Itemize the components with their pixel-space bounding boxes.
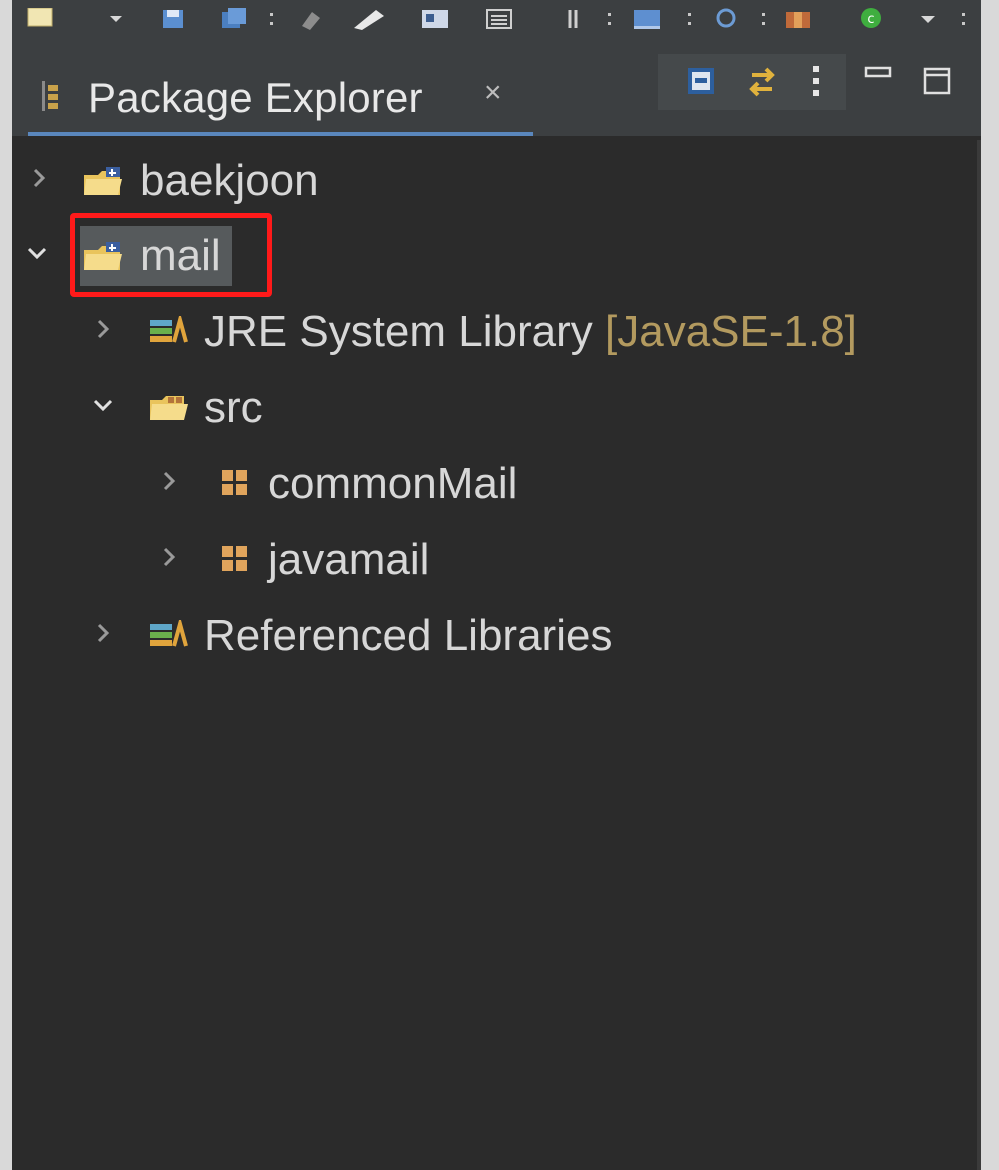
package-icon (222, 470, 247, 495)
view-menu-icon[interactable] (806, 64, 826, 100)
package-tree: baekjoon mail JRE System Library [JavaSE… (12, 136, 977, 1170)
view-toolbar (658, 54, 846, 110)
open-type-icon[interactable] (420, 8, 450, 30)
tree-item[interactable]: mail (12, 213, 977, 297)
view-header: Package Explorer × (12, 48, 981, 136)
tree-item-label: src (204, 383, 263, 432)
search-icon[interactable] (714, 8, 744, 30)
library-icon (150, 620, 188, 647)
terminal-icon[interactable] (632, 8, 662, 30)
new-file-icon[interactable] (26, 8, 56, 30)
source-folder-icon (150, 396, 188, 420)
toolbar-separator (762, 10, 765, 30)
toolbar-separator (608, 10, 611, 30)
chevron-right-icon[interactable] (158, 470, 180, 492)
library-icon (150, 316, 188, 343)
scrollbar-track[interactable] (977, 140, 981, 1170)
save-icon[interactable] (160, 8, 186, 30)
save-all-icon[interactable] (220, 8, 250, 30)
outline-icon[interactable] (484, 8, 514, 30)
main-toolbar: c (12, 0, 981, 49)
run-green-icon[interactable]: c (858, 8, 884, 30)
window-edge-right (981, 0, 999, 1170)
tree-item-label: javamail (268, 535, 430, 584)
toolbar-separator (270, 10, 273, 30)
tree-item-decoration: [JavaSE-1.8] (605, 307, 857, 356)
minimize-icon[interactable] (864, 66, 892, 80)
link-with-editor-icon[interactable] (744, 64, 780, 100)
tree-item[interactable]: commonMail (12, 454, 977, 514)
tree-item[interactable]: javamail (12, 530, 977, 590)
svg-text:c: c (867, 12, 874, 27)
package-explorer-icon (42, 81, 58, 111)
package-icon (222, 546, 247, 571)
chevron-right-icon[interactable] (92, 318, 114, 340)
edit-icon[interactable] (352, 8, 386, 30)
tree-item-label: commonMail (268, 459, 518, 508)
dropdown-arrow-icon[interactable] (108, 8, 124, 30)
chevron-right-icon[interactable] (28, 167, 50, 189)
tree-item[interactable]: JRE System Library [JavaSE-1.8] (12, 302, 977, 362)
tree-item-label-group: JRE System Library [JavaSE-1.8] (204, 302, 857, 362)
tree-item[interactable]: Referenced Libraries (12, 606, 977, 666)
chevron-right-icon[interactable] (92, 622, 114, 644)
tab-package-explorer[interactable]: Package Explorer × (28, 48, 533, 136)
tree-item-label: Referenced Libraries (204, 611, 613, 660)
chevron-right-icon[interactable] (158, 546, 180, 568)
package-box-icon[interactable] (784, 8, 814, 30)
debug-icon[interactable] (298, 8, 328, 30)
window-edge-left (0, 0, 12, 1170)
java-project-icon (84, 167, 122, 195)
paragraph-icon[interactable] (564, 8, 584, 30)
chevron-down-icon[interactable] (26, 242, 48, 264)
toolbar-separator (962, 10, 965, 30)
dropdown-arrow-icon[interactable] (918, 8, 938, 30)
tree-item-label: baekjoon (140, 156, 319, 205)
tree-item-label: JRE System Library (204, 307, 593, 356)
maximize-icon[interactable] (922, 66, 952, 96)
collapse-all-icon[interactable] (684, 64, 720, 100)
chevron-down-icon[interactable] (92, 394, 114, 416)
tree-item[interactable]: src (12, 378, 977, 438)
toolbar-separator (688, 10, 691, 30)
close-icon[interactable]: × (484, 78, 502, 108)
tree-item[interactable]: baekjoon (12, 151, 977, 211)
highlight-annotation-box (70, 213, 272, 297)
view-title: Package Explorer (88, 74, 423, 121)
